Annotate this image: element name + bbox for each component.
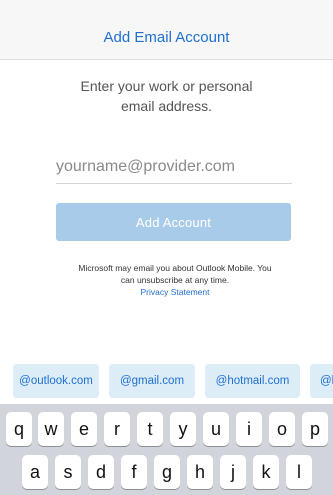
page-title: Add Email Account — [103, 29, 230, 46]
key-o[interactable]: o — [269, 412, 295, 446]
add-account-button[interactable]: Add Account — [56, 203, 291, 241]
key-s[interactable]: s — [55, 455, 81, 489]
keyboard: q w e r t y u i o p a s d f g h j k l — [0, 404, 333, 495]
key-f[interactable]: f — [121, 455, 147, 489]
key-t[interactable]: t — [137, 412, 163, 446]
key-l[interactable]: l — [286, 455, 312, 489]
key-d[interactable]: d — [88, 455, 114, 489]
suggestion-hotmail[interactable]: @hotmail.com — [205, 364, 300, 398]
key-q[interactable]: q — [6, 412, 32, 446]
instruction-line-2: email address. — [120, 98, 213, 114]
key-r[interactable]: r — [104, 412, 130, 446]
instruction-text: Enter your work or personal email addres… — [0, 76, 333, 116]
key-h[interactable]: h — [187, 455, 213, 489]
instruction-line-1: Enter your work or personal — [80, 78, 253, 94]
disclaimer-line-1: Microsoft may email you about Outlook Mo… — [78, 263, 272, 273]
suggestion-gmail[interactable]: @gmail.com — [109, 364, 195, 398]
key-a[interactable]: a — [22, 455, 48, 489]
key-u[interactable]: u — [203, 412, 229, 446]
disclaimer: Microsoft may email you about Outlook Mo… — [40, 262, 310, 298]
key-e[interactable]: e — [71, 412, 97, 446]
nav-bar: Add Email Account — [0, 16, 333, 60]
key-y[interactable]: y — [170, 412, 196, 446]
key-g[interactable]: g — [154, 455, 180, 489]
suggestion-partial[interactable]: @l — [310, 364, 333, 398]
privacy-statement-link[interactable]: Privacy Statement — [40, 286, 310, 298]
key-i[interactable]: i — [236, 412, 262, 446]
status-bar — [0, 0, 333, 16]
key-j[interactable]: j — [220, 455, 246, 489]
disclaimer-line-2: can unsubscribe at any time. — [120, 275, 230, 285]
email-input[interactable] — [56, 150, 292, 184]
key-w[interactable]: w — [38, 412, 64, 446]
suggestion-outlook[interactable]: @outlook.com — [13, 364, 99, 398]
domain-suggestions-bar: @outlook.com @gmail.com @hotmail.com @l — [0, 362, 333, 398]
key-p[interactable]: p — [302, 412, 328, 446]
key-k[interactable]: k — [253, 455, 279, 489]
